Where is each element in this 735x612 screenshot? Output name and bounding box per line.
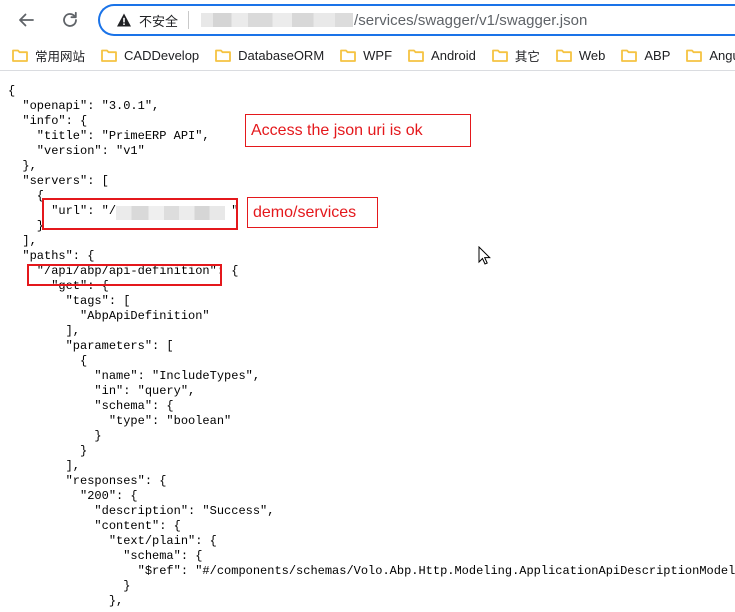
json-line: },	[8, 594, 124, 608]
folder-icon	[555, 49, 572, 62]
highlight-url-box	[42, 198, 238, 230]
json-line: },	[8, 159, 37, 173]
json-line: "text/plain": {	[8, 534, 217, 548]
json-line: "content": {	[8, 519, 181, 533]
toolbar-divider	[0, 70, 735, 71]
reload-button[interactable]	[56, 6, 84, 34]
bookmark-folder[interactable]: DatabaseORM	[215, 48, 324, 63]
json-line: ],	[8, 234, 37, 248]
bookmark-label: WPF	[363, 47, 393, 63]
json-line: }	[8, 429, 102, 443]
json-line: "type": "boolean"	[8, 414, 232, 428]
bookmark-folder[interactable]: CADDevelop	[101, 48, 199, 63]
json-line: "schema": {	[8, 399, 174, 413]
json-line: {	[8, 84, 16, 98]
folder-icon	[101, 49, 117, 62]
url-path[interactable]: /services/swagger/v1/swagger.json	[354, 12, 587, 29]
folder-icon	[621, 49, 638, 62]
json-line: "schema": {	[8, 549, 203, 563]
bookmark-folder[interactable]: Angular	[686, 48, 735, 63]
json-line: "$ref": "#/components/schemas/Volo.Abp.H…	[8, 564, 735, 578]
bookmarks-bar: 常用网站 CADDevelop DatabaseORM WPF Android 其它 Web…	[0, 40, 735, 70]
address-bar[interactable]: 不安全 /services/swagger/v1/swagger.json	[98, 4, 735, 36]
folder-icon	[215, 49, 232, 62]
folder-icon	[686, 49, 703, 62]
back-button[interactable]	[12, 6, 40, 34]
omnibox-separator	[188, 11, 190, 29]
json-line: "in": "query",	[8, 384, 196, 398]
bookmark-label: CADDevelop	[124, 47, 200, 63]
reload-icon	[63, 11, 77, 27]
json-line: }	[8, 579, 131, 593]
bookmark-label: Android	[431, 47, 476, 63]
highlight-path-key	[27, 264, 222, 286]
bookmark-folder[interactable]: Web	[555, 47, 606, 63]
mouse-cursor-icon	[478, 246, 491, 265]
warning-icon	[117, 13, 131, 27]
bookmark-label: 常用网站	[35, 48, 86, 64]
json-line: {	[8, 354, 88, 368]
json-line: "AbpApiDefinition"	[8, 309, 210, 323]
json-line: "responses": {	[8, 474, 167, 488]
json-line: }	[8, 444, 88, 458]
annotation-demo-services: demo/services	[247, 197, 378, 228]
folder-icon	[340, 49, 357, 62]
annotation-json-ok: Access the json uri is ok	[245, 114, 471, 147]
json-line: "servers": [	[8, 174, 109, 188]
arrow-left-icon	[19, 13, 34, 27]
json-line: "200": {	[8, 489, 138, 503]
folder-icon	[12, 49, 28, 62]
bookmark-folder[interactable]: 其它	[491, 46, 540, 65]
json-line: "name": "IncludeTypes",	[8, 369, 261, 383]
security-status[interactable]: 不安全	[139, 11, 178, 30]
json-line: "openapi": "3.0.1",	[8, 99, 160, 113]
json-line: "description": "Success",	[8, 504, 275, 518]
json-line: "paths": {	[8, 249, 95, 263]
json-line: ],	[8, 459, 81, 473]
browser-toolbar: 不安全 /services/swagger/v1/swagger.json	[0, 0, 735, 40]
bookmark-label: DatabaseORM	[238, 47, 325, 63]
redacted-host	[201, 13, 354, 27]
bookmark-label: ABP	[644, 47, 671, 63]
bookmark-folder[interactable]: ABP	[621, 48, 670, 63]
json-line: "tags": [	[8, 294, 131, 308]
json-line: ],	[8, 324, 81, 338]
bookmark-folder[interactable]: Android	[408, 48, 476, 63]
bookmark-folder[interactable]: WPF	[340, 48, 392, 63]
bookmark-folder[interactable]: 常用网站	[12, 46, 85, 65]
json-line: "parameters": [	[8, 339, 174, 353]
bookmark-label: 其它	[514, 48, 540, 64]
folder-icon	[491, 49, 508, 62]
bookmark-label: Angular	[709, 47, 735, 63]
folder-icon	[408, 49, 424, 62]
bookmark-label: Web	[578, 47, 606, 63]
json-viewer: { "openapi": "3.0.1", "info": { "title":…	[8, 84, 735, 609]
